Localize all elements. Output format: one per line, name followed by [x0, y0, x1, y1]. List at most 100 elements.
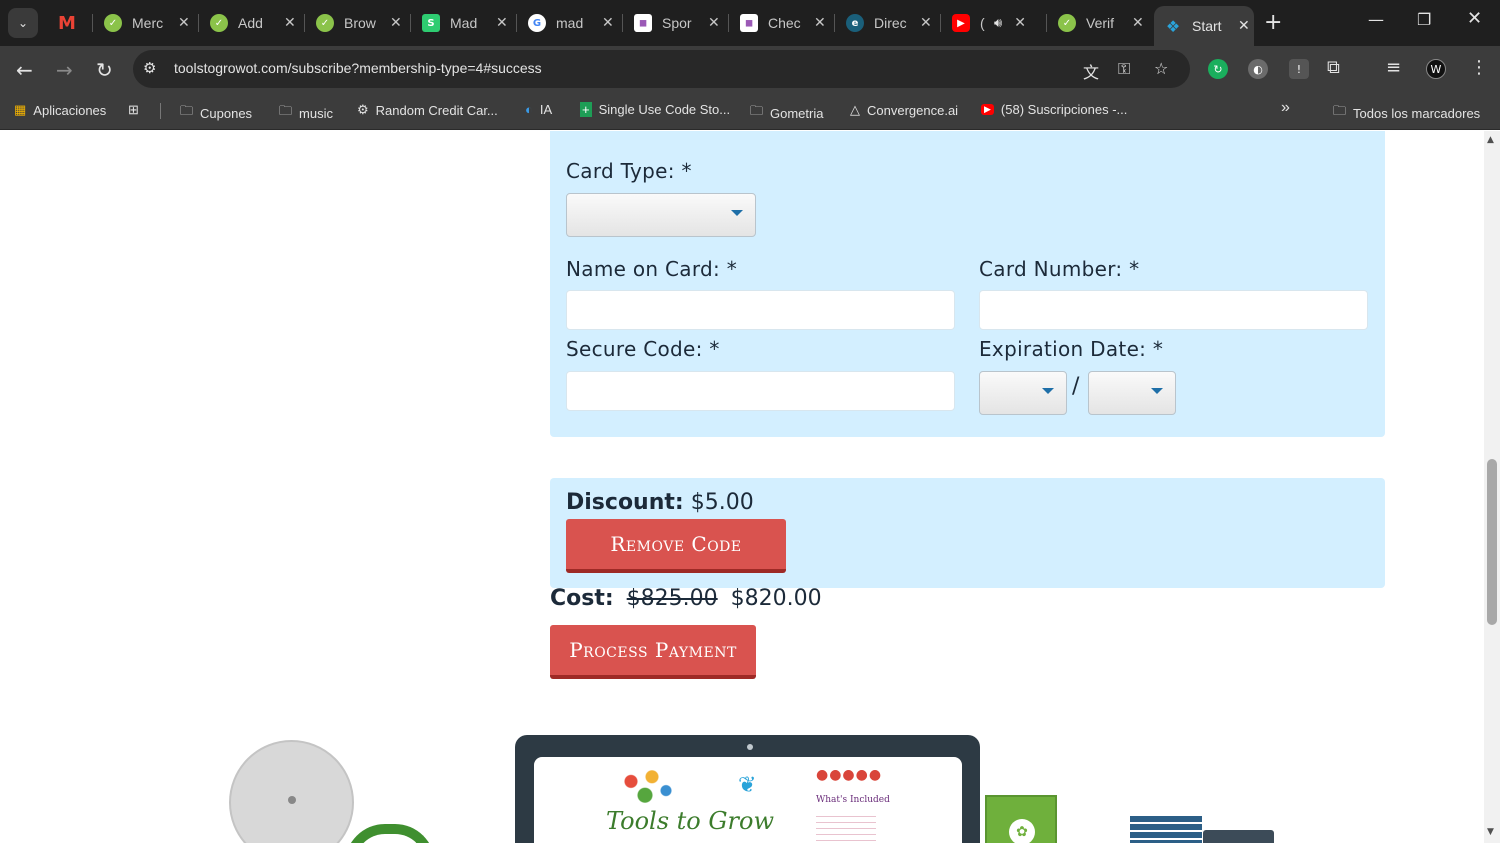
- close-icon[interactable]: ✕: [496, 15, 508, 31]
- secure-code-label: Secure Code: *: [566, 337, 720, 361]
- laptop-graphic: Tools to Grow ❦ ●●●●● What's Included: [515, 735, 980, 843]
- tab-start[interactable]: ❖ Start ✕: [1154, 6, 1254, 46]
- translate-icon[interactable]: 文: [1083, 59, 1099, 83]
- close-icon[interactable]: ✕: [390, 15, 402, 31]
- password-key-icon[interactable]: ⚿: [1118, 59, 1130, 79]
- tab-title: Spor: [662, 15, 692, 31]
- window-close-icon[interactable]: ✕: [1467, 8, 1482, 29]
- leaf-icon: ✿: [1009, 819, 1035, 843]
- green-book-graphic: ✿: [985, 795, 1057, 843]
- tab-title: (: [980, 15, 985, 31]
- tab-gmail[interactable]: M: [58, 6, 76, 40]
- bookmark-cupones[interactable]: 🗀︎ Cupones: [180, 102, 252, 124]
- expiration-month-select[interactable]: [979, 371, 1067, 415]
- bookmark-label: Random Credit Car...: [375, 102, 498, 118]
- name-on-card-label: Name on Card: *: [566, 257, 738, 281]
- address-bar[interactable]: ⚙ toolstogrowot.com/subscribe?membership…: [133, 50, 1190, 88]
- tab-groups-icon: ⊞: [128, 102, 139, 117]
- bookmark-suscripciones[interactable]: ▶ (58) Suscripciones -...: [981, 102, 1127, 117]
- close-icon[interactable]: ✕: [284, 15, 296, 31]
- tab-mad[interactable]: S Mad ✕: [422, 6, 508, 40]
- bookmark-music[interactable]: 🗀︎ music: [279, 102, 333, 124]
- tab-google[interactable]: G mad ✕: [528, 6, 614, 40]
- folder-icon: 🗀︎: [750, 103, 764, 118]
- bookmark-label: Todos los marcadores: [1353, 105, 1481, 121]
- url-text[interactable]: toolstogrowot.com/subscribe?membership-t…: [174, 60, 542, 76]
- close-icon[interactable]: ✕: [602, 15, 614, 31]
- restore-icon[interactable]: ❐: [1417, 10, 1431, 29]
- google-icon: G: [528, 14, 546, 32]
- secure-code-field[interactable]: [566, 371, 955, 411]
- discount-amount: $5.00: [690, 490, 754, 515]
- close-icon[interactable]: ✕: [708, 15, 720, 31]
- direct-icon: e: [846, 14, 864, 32]
- tab-brow[interactable]: ✓ Brow ✕: [316, 6, 402, 40]
- remove-code-button[interactable]: Remove Code: [566, 519, 786, 573]
- cost-line: Cost: $825.00 $820.00: [550, 586, 822, 611]
- reload-icon[interactable]: ↻: [96, 58, 113, 82]
- bookmark-gometria[interactable]: 🗀︎ Gometria: [750, 102, 823, 124]
- apps-grid-icon: ▦: [14, 102, 27, 117]
- tab-verif[interactable]: ✓ Verif ✕: [1058, 6, 1144, 40]
- chevron-down-icon: [731, 210, 743, 216]
- process-payment-button[interactable]: Process Payment: [550, 625, 756, 679]
- close-icon[interactable]: ✕: [814, 15, 826, 31]
- tab-title: mad: [556, 15, 584, 31]
- bookmark-convergence[interactable]: △ Convergence.ai: [850, 102, 958, 118]
- scrollbar-thumb[interactable]: [1487, 459, 1497, 625]
- expiration-year-select[interactable]: [1088, 371, 1176, 415]
- forward-icon[interactable]: →: [56, 58, 73, 82]
- extension-refresh-icon[interactable]: ↻: [1208, 59, 1228, 79]
- bookmark-single-use[interactable]: + Single Use Code Sto...: [580, 102, 730, 117]
- tab-chec[interactable]: ◼ Chec ✕: [740, 6, 826, 40]
- close-icon[interactable]: ✕: [178, 15, 190, 31]
- scroll-up-arrow-icon[interactable]: ▲: [1487, 135, 1494, 145]
- extensions-puzzle-icon[interactable]: ⧉: [1327, 57, 1340, 78]
- growot-icon: ✓: [210, 14, 228, 32]
- tools-to-grow-logo: Tools to Grow: [606, 807, 775, 835]
- scroll-down-arrow-icon[interactable]: ▼: [1487, 827, 1494, 837]
- name-on-card-field[interactable]: [566, 290, 955, 330]
- close-icon[interactable]: ✕: [1014, 15, 1026, 31]
- profile-avatar[interactable]: W: [1426, 59, 1446, 79]
- back-icon[interactable]: ←: [16, 58, 33, 82]
- bookmark-apps[interactable]: ▦ Aplicaciones: [14, 102, 106, 118]
- card-type-select[interactable]: [566, 193, 756, 237]
- tab-merc[interactable]: ✓ Merc ✕: [104, 6, 190, 40]
- media-controls-icon[interactable]: ≡: [1386, 57, 1401, 78]
- close-icon[interactable]: ✕: [1238, 18, 1250, 34]
- card-type-label: Card Type: *: [566, 159, 692, 183]
- site-info-icon[interactable]: ⚙: [143, 59, 156, 77]
- expiration-separator: /: [1072, 374, 1080, 399]
- folder-icon: 🗀︎: [1333, 103, 1347, 118]
- vertical-scrollbar[interactable]: ▲ ▼: [1484, 131, 1500, 843]
- card-number-field[interactable]: [979, 290, 1368, 330]
- speaker-icon[interactable]: 🔊︎: [994, 16, 1002, 31]
- extension-badge-icon[interactable]: !: [1289, 59, 1309, 79]
- bookmark-ia[interactable]: ◐ IA: [525, 102, 552, 117]
- minimize-icon[interactable]: —: [1368, 10, 1384, 29]
- close-icon[interactable]: ✕: [920, 15, 932, 31]
- check-icon: ◼: [740, 14, 758, 32]
- bookmark-label: IA: [539, 102, 553, 117]
- menu-kebab-icon[interactable]: ⋮: [1470, 57, 1488, 78]
- edge-icon: ◐: [525, 102, 533, 117]
- bookmark-random-credit[interactable]: ⚙ Random Credit Car...: [357, 102, 498, 118]
- tab-add[interactable]: ✓ Add ✕: [210, 6, 296, 40]
- more-bookmarks-chevron-icon[interactable]: »: [1281, 99, 1290, 117]
- tab-search-button[interactable]: ⌄: [8, 8, 38, 38]
- close-icon[interactable]: ✕: [1132, 15, 1144, 31]
- discount-line: Discount: $5.00: [566, 490, 754, 515]
- bookmark-all[interactable]: 🗀︎ Todos los marcadores: [1333, 102, 1480, 124]
- tab-title: Verif: [1086, 15, 1115, 31]
- bookmark-tab-groups[interactable]: ⊞: [128, 102, 146, 118]
- extension-gray-icon[interactable]: ◐: [1248, 59, 1268, 79]
- tab-youtube[interactable]: ▶ ( 🔊︎ ✕: [952, 6, 1026, 40]
- tab-title: Start: [1192, 18, 1222, 34]
- tab-spor[interactable]: ◼ Spor ✕: [634, 6, 720, 40]
- new-tab-button[interactable]: +: [1264, 10, 1282, 35]
- tab-direc[interactable]: e Direc ✕: [846, 6, 932, 40]
- bookmark-star-icon[interactable]: ☆: [1154, 59, 1168, 78]
- final-price: $820.00: [730, 586, 822, 611]
- tab-title: Direc: [874, 15, 907, 31]
